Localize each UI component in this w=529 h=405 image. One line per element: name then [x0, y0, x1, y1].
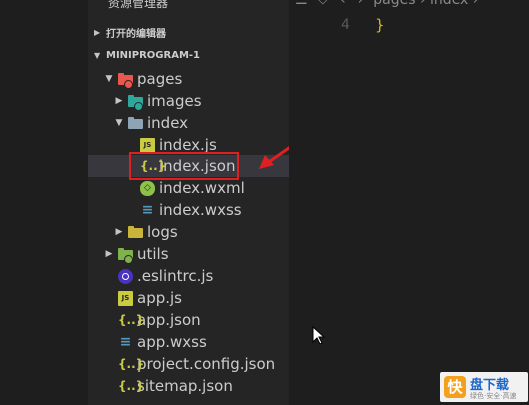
tree-item-label: index.wxss: [159, 201, 242, 219]
folder-images-icon: [128, 94, 143, 111]
tree-item-label: sitemap.json: [137, 377, 233, 395]
chevron-right-icon: ▶: [115, 227, 123, 237]
chevron-down-icon: ▼: [105, 74, 113, 84]
tree-item-label: index: [147, 114, 189, 132]
eslint-file-icon: [118, 268, 133, 284]
wxml-file-icon: ◇: [140, 180, 155, 196]
forward-icon[interactable]: ›: [358, 0, 364, 8]
tree-item-images[interactable]: ▶ images: [88, 90, 314, 112]
folder-icon: [128, 225, 143, 241]
open-editors-label: 打开的编辑器: [106, 28, 166, 40]
tree-item-label: project.config.json: [137, 355, 276, 373]
watermark-logo: 快 盘下载 绿色·安全·高速: [440, 372, 528, 402]
json-file-icon: {..}: [118, 356, 145, 371]
open-editors-section[interactable]: ▶ 打开的编辑器: [94, 22, 166, 42]
chevron-down-icon: ▼: [115, 118, 123, 128]
tree-item-utils[interactable]: ▶ utils: [88, 243, 304, 265]
tree-item-logs[interactable]: ▶ logs: [88, 221, 314, 243]
folder-pages-icon: [118, 72, 133, 89]
tree-item-label: app.wxss: [137, 333, 207, 351]
tree-item-label: pages: [137, 70, 183, 88]
tree-item-pages[interactable]: ▼ pages: [88, 68, 304, 90]
tree-item-app-json[interactable]: {..} app.json: [88, 309, 304, 331]
tree-item-label: app.js: [137, 289, 182, 307]
bookmark-icon[interactable]: ⛉: [318, 0, 329, 8]
tree-item-eslintrc[interactable]: .eslintrc.js: [88, 265, 304, 287]
wxss-file-icon: ≡: [141, 201, 154, 218]
tree-item-label: index.wxml: [159, 179, 245, 197]
tree-item-label: images: [147, 92, 202, 110]
tree-item-index-folder[interactable]: ▼ index: [88, 112, 314, 134]
split-editor-icon[interactable]: ☰: [295, 0, 308, 8]
json-file-icon: {..}: [118, 312, 145, 327]
json-file-icon: {..}: [118, 378, 145, 393]
tree-item-label: logs: [147, 223, 178, 241]
folder-open-icon: [128, 116, 143, 132]
chevron-right-icon: ▶: [105, 249, 113, 259]
more-actions-icon[interactable]: ···: [255, 0, 271, 8]
explorer-title: 资源管理器: [108, 0, 169, 10]
tree-item-label: utils: [137, 245, 169, 263]
code-line[interactable]: }: [375, 16, 385, 34]
tree-item-app-js[interactable]: JS app.js: [88, 287, 304, 309]
highlight-box: [129, 152, 239, 180]
folder-utils-icon: [118, 247, 133, 264]
editor-toolbar: ☰ ⛉ ‹ › pages › index ›: [289, 0, 478, 10]
chevron-right-icon: ▶: [94, 27, 101, 37]
watermark-tagline: 绿色·安全·高速: [470, 392, 517, 400]
mouse-cursor-icon: [312, 326, 326, 345]
wxss-file-icon: ≡: [119, 333, 132, 350]
tree-item-label: app.json: [137, 311, 201, 329]
activity-bar: [0, 0, 88, 405]
tree-item-sitemap[interactable]: {..} sitemap.json: [88, 375, 304, 397]
back-icon[interactable]: ‹: [340, 0, 346, 8]
project-label: MINIPROGRAM-1: [106, 49, 200, 61]
tree-item-project-config[interactable]: {..} project.config.json: [88, 353, 304, 375]
project-section[interactable]: ▼ MINIPROGRAM-1: [94, 45, 200, 65]
line-number: 4: [341, 17, 350, 33]
tree-item-app-wxss[interactable]: ≡ app.wxss: [88, 331, 304, 353]
tree-item-label: .eslintrc.js: [137, 267, 214, 285]
chevron-right-icon: ▶: [115, 96, 123, 106]
chevron-down-icon: ▼: [94, 50, 101, 60]
breadcrumb[interactable]: pages › index ›: [373, 0, 478, 8]
js-file-icon: JS: [118, 290, 133, 306]
watermark-logo-mark: 快: [444, 376, 466, 398]
js-file-icon: JS: [140, 137, 155, 153]
